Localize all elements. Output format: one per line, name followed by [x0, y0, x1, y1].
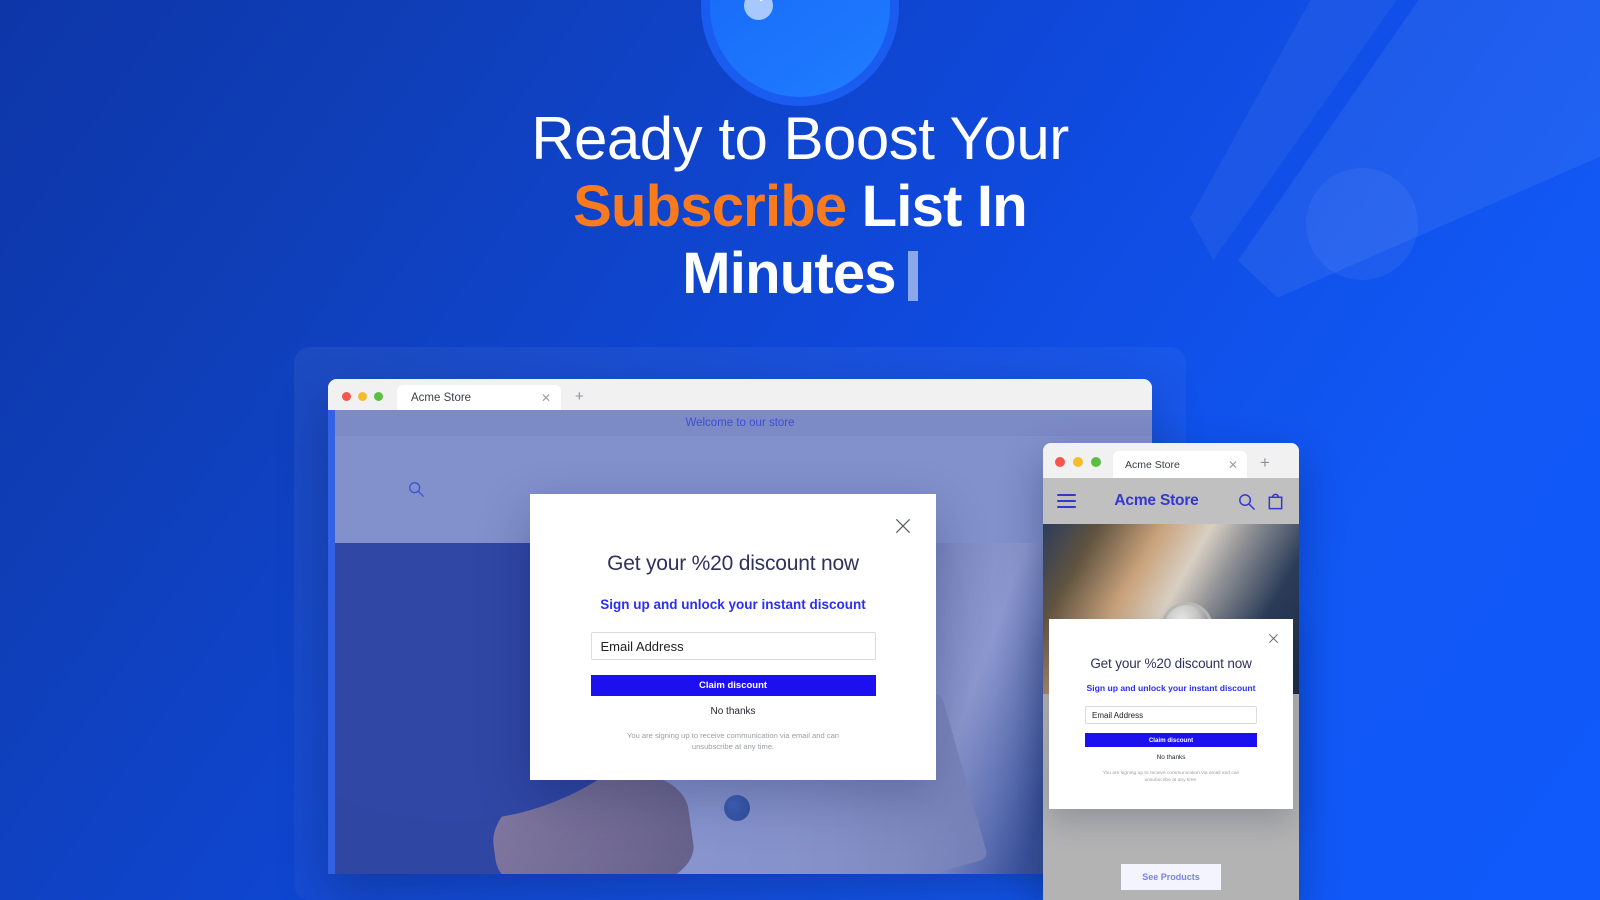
close-icon[interactable]: ✕ — [541, 392, 551, 404]
desktop-tab-title: Acme Store — [411, 391, 472, 404]
page-title: Ready to Boost Your Subscribe List In Mi… — [0, 108, 1600, 304]
hamburger-menu-icon[interactable] — [1057, 494, 1076, 508]
typing-caret — [907, 251, 918, 302]
mobile-claim-discount-button[interactable]: Claim discount — [1085, 733, 1257, 747]
mobile-store-brand[interactable]: Acme Store — [1086, 492, 1227, 510]
headline-line-2: Subscribe List In — [40, 177, 1560, 236]
mobile-store-header: Acme Store — [1043, 478, 1299, 524]
minimize-window-button[interactable] — [358, 392, 367, 401]
modal-subtitle: Sign up and unlock your instant discount — [600, 597, 866, 612]
headline-accent-word: Subscribe — [573, 174, 847, 240]
no-thanks-button[interactable]: No thanks — [710, 706, 755, 717]
see-products-button[interactable]: See Products — [1121, 864, 1221, 890]
headline-line-1: Ready to Boost Your — [531, 105, 1069, 172]
mobile-modal-title: Get your %20 discount now — [1090, 656, 1252, 671]
close-window-button[interactable] — [342, 392, 351, 401]
maximize-window-button[interactable] — [374, 392, 383, 401]
close-icon[interactable]: ✕ — [1228, 459, 1238, 471]
email-field[interactable] — [590, 632, 876, 660]
search-icon[interactable] — [1237, 492, 1256, 511]
minimize-window-button[interactable] — [1073, 457, 1083, 467]
hero-section: Ready to Boost Your Subscribe List In Mi… — [0, 0, 1600, 900]
desktop-browser-chrome: Acme Store ✕ + — [328, 379, 1152, 410]
see-products-row: See Products — [1043, 864, 1299, 890]
comet-circle-logo — [701, 0, 899, 106]
desktop-browser-tab[interactable]: Acme Store ✕ — [397, 385, 561, 410]
headline-line-2-rest: List In — [846, 174, 1028, 240]
shopping-bag-icon[interactable] — [1266, 492, 1285, 511]
discount-popup-modal: Get your %20 discount now Sign up and un… — [530, 494, 936, 780]
mobile-browser-tab[interactable]: Acme Store ✕ — [1113, 451, 1247, 478]
modal-fine-print: You are signing up to receive communicat… — [626, 731, 840, 751]
headline-line-3: Minutes — [40, 244, 1560, 303]
plus-icon[interactable]: + — [561, 389, 598, 410]
close-icon[interactable] — [1268, 633, 1279, 644]
plus-icon[interactable]: + — [1247, 454, 1283, 478]
close-icon[interactable] — [894, 517, 912, 535]
modal-title: Get your %20 discount now — [607, 552, 859, 575]
headline-line-3-text: Minutes — [682, 241, 896, 307]
claim-discount-button[interactable]: Claim discount — [590, 675, 876, 696]
maximize-window-button[interactable] — [1091, 457, 1101, 467]
mobile-email-field[interactable] — [1085, 706, 1257, 724]
close-window-button[interactable] — [1055, 457, 1065, 467]
desktop-traffic-lights — [328, 392, 397, 410]
mobile-modal-fine-print: You are signing up to receive communicat… — [1102, 771, 1240, 784]
mobile-no-thanks-button[interactable]: No thanks — [1157, 754, 1186, 761]
mobile-modal-subtitle: Sign up and unlock your instant discount — [1086, 683, 1256, 693]
mobile-discount-popup-modal: Get your %20 discount now Sign up and un… — [1049, 619, 1293, 809]
mobile-traffic-lights — [1043, 457, 1113, 478]
mobile-browser-chrome: Acme Store ✕ + — [1043, 443, 1299, 478]
mobile-tab-title: Acme Store — [1125, 458, 1180, 471]
